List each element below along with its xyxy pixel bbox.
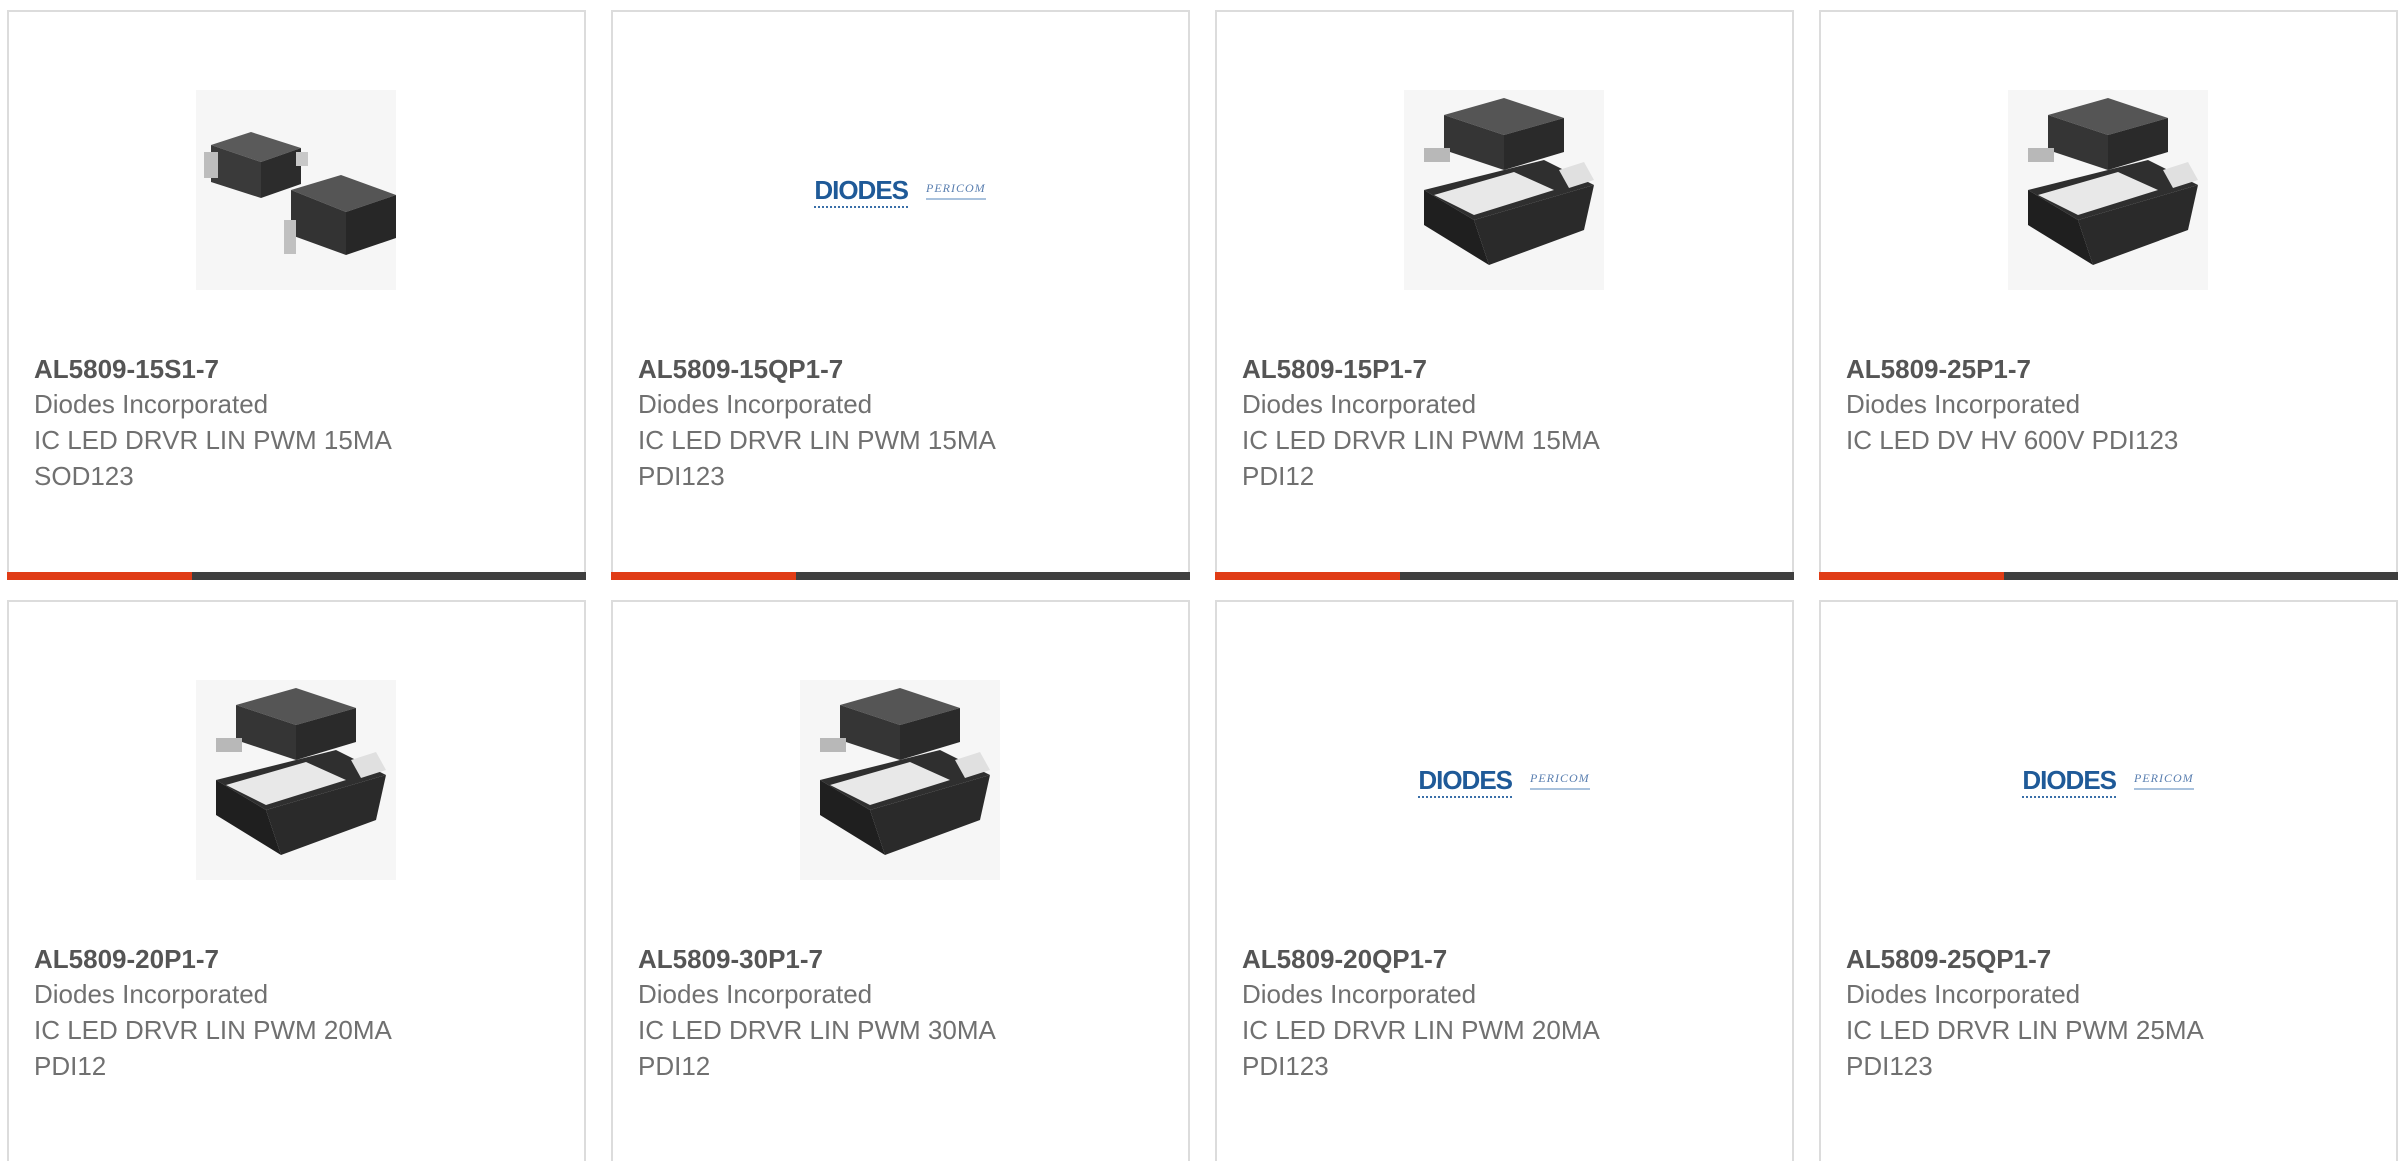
card-progress-bar [7,572,586,580]
product-info: AL5809-25QP1-7 Diodes Incorporated IC LE… [1846,942,2366,1084]
pdi123-package-icon [196,680,396,880]
product-card[interactable]: AL5809-15P1-7 Diodes Incorporated IC LED… [1215,10,1794,580]
product-info: AL5809-15QP1-7 Diodes Incorporated IC LE… [638,352,1158,494]
pericom-logo-text: PERICOM [1530,771,1590,790]
diodes-pericom-logo-icon: DIODES PERICOM [2022,764,2194,798]
description: IC LED DRVR LIN PWM 15MA SOD123 [34,425,392,491]
part-number[interactable]: AL5809-20QP1-7 [1242,942,1762,976]
manufacturer: Diodes Incorporated [638,979,873,1009]
manufacturer: Diodes Incorporated [1846,979,2081,1009]
product-card[interactable]: AL5809-15S1-7 Diodes Incorporated IC LED… [7,10,586,580]
product-image[interactable]: DIODES PERICOM [1404,680,1604,880]
product-card[interactable]: AL5809-20P1-7 Diodes Incorporated IC LED… [7,600,586,1161]
diodes-logo-text: DIODES [814,174,909,208]
product-image[interactable] [2008,90,2208,290]
manufacturer: Diodes Incorporated [1242,389,1477,419]
product-card[interactable]: DIODES PERICOM AL5809-25QP1-7 Diodes Inc… [1819,600,2398,1161]
product-grid: AL5809-15S1-7 Diodes Incorporated IC LED… [0,0,2400,1161]
part-number[interactable]: AL5809-15P1-7 [1242,352,1762,386]
manufacturer: Diodes Incorporated [1242,979,1477,1009]
pdi123-package-icon [1404,90,1604,290]
part-number[interactable]: AL5809-25QP1-7 [1846,942,2366,976]
part-number[interactable]: AL5809-30P1-7 [638,942,1158,976]
progress-fill [611,572,797,580]
product-info: AL5809-15P1-7 Diodes Incorporated IC LED… [1242,352,1762,494]
manufacturer: Diodes Incorporated [1846,389,2081,419]
product-image[interactable]: DIODES PERICOM [800,90,1000,290]
part-number[interactable]: AL5809-25P1-7 [1846,352,2366,386]
manufacturer: Diodes Incorporated [34,979,269,1009]
progress-fill [7,572,193,580]
part-number[interactable]: AL5809-15QP1-7 [638,352,1158,386]
card-progress-bar [1215,572,1794,580]
description: IC LED DRVR LIN PWM 25MA PDI123 [1846,1015,2204,1081]
product-card[interactable]: DIODES PERICOM AL5809-20QP1-7 Diodes Inc… [1215,600,1794,1161]
progress-fill [1215,572,1401,580]
description: IC LED DRVR LIN PWM 20MA PDI123 [1242,1015,1600,1081]
description: IC LED DRVR LIN PWM 15MA PDI12 [1242,425,1600,491]
product-image[interactable] [196,680,396,880]
part-number[interactable]: AL5809-20P1-7 [34,942,554,976]
product-info: AL5809-30P1-7 Diodes Incorporated IC LED… [638,942,1158,1084]
product-info: AL5809-20QP1-7 Diodes Incorporated IC LE… [1242,942,1762,1084]
product-card[interactable]: AL5809-25P1-7 Diodes Incorporated IC LED… [1819,10,2398,580]
description: IC LED DRVR LIN PWM 20MA PDI12 [34,1015,392,1081]
product-card[interactable]: AL5809-30P1-7 Diodes Incorporated IC LED… [611,600,1190,1161]
card-progress-bar [611,572,1190,580]
product-image[interactable] [196,90,396,290]
product-image[interactable]: DIODES PERICOM [2008,680,2208,880]
pericom-logo-text: PERICOM [926,181,986,200]
diodes-pericom-logo-icon: DIODES PERICOM [1418,764,1590,798]
manufacturer: Diodes Incorporated [638,389,873,419]
diodes-pericom-logo-icon: DIODES PERICOM [814,174,986,208]
diodes-logo-text: DIODES [2022,764,2117,798]
diodes-logo-text: DIODES [1418,764,1513,798]
pdi123-package-icon [800,680,1000,880]
description: IC LED DV HV 600V PDI123 [1846,425,2179,455]
product-info: AL5809-20P1-7 Diodes Incorporated IC LED… [34,942,554,1084]
manufacturer: Diodes Incorporated [34,389,269,419]
product-image[interactable] [1404,90,1604,290]
product-info: AL5809-15S1-7 Diodes Incorporated IC LED… [34,352,554,494]
description: IC LED DRVR LIN PWM 15MA PDI123 [638,425,996,491]
description: IC LED DRVR LIN PWM 30MA PDI12 [638,1015,996,1081]
product-info: AL5809-25P1-7 Diodes Incorporated IC LED… [1846,352,2366,458]
sod123-package-icon [196,90,396,290]
part-number[interactable]: AL5809-15S1-7 [34,352,554,386]
product-card[interactable]: DIODES PERICOM AL5809-15QP1-7 Diodes Inc… [611,10,1190,580]
progress-fill [1819,572,2005,580]
pdi123-package-icon [2008,90,2208,290]
pericom-logo-text: PERICOM [2134,771,2194,790]
card-progress-bar [1819,572,2398,580]
product-image[interactable] [800,680,1000,880]
